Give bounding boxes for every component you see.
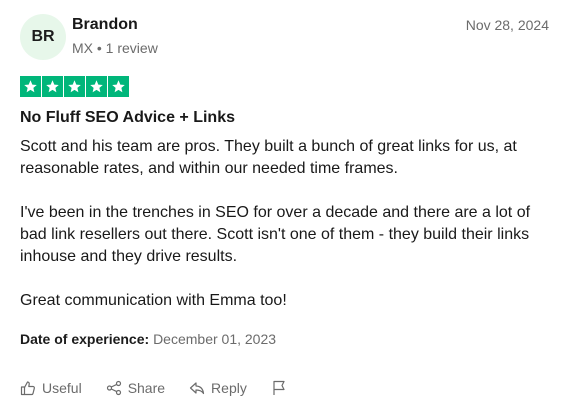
useful-button[interactable]: Useful bbox=[20, 380, 82, 396]
avatar: BR bbox=[20, 14, 66, 60]
review-actions: Useful Share Reply bbox=[20, 380, 311, 396]
thumbs-up-icon bbox=[20, 381, 35, 396]
share-button[interactable]: Share bbox=[106, 380, 165, 396]
experience-date: December 01, 2023 bbox=[153, 331, 277, 347]
avatar-initials: BR bbox=[31, 28, 55, 45]
useful-label: Useful bbox=[42, 380, 82, 396]
star-icon bbox=[64, 76, 85, 97]
review-body: Scott and his team are pros. They built … bbox=[20, 136, 550, 334]
review-paragraph: Scott and his team are pros. They built … bbox=[20, 138, 517, 177]
report-button[interactable] bbox=[271, 380, 287, 396]
reviewer-name[interactable]: Brandon bbox=[72, 16, 138, 34]
star-icon bbox=[20, 76, 41, 97]
experience-label: Date of experience: bbox=[20, 331, 150, 347]
reply-button[interactable]: Reply bbox=[189, 380, 247, 396]
review-title: No Fluff SEO Advice + Links bbox=[20, 109, 235, 126]
review-paragraph: I've been in the trenches in SEO for ove… bbox=[20, 204, 531, 265]
flag-icon bbox=[273, 380, 285, 395]
reviewer-meta: MX • 1 review bbox=[72, 40, 158, 56]
share-label: Share bbox=[127, 380, 166, 396]
star-icon bbox=[108, 76, 129, 97]
review-date: Nov 28, 2024 bbox=[465, 17, 549, 33]
star-rating bbox=[20, 76, 129, 97]
review-paragraph: Great communication with Emma too! bbox=[20, 292, 287, 309]
star-icon bbox=[86, 76, 107, 97]
date-of-experience: Date of experience: December 01, 2023 bbox=[20, 331, 276, 347]
reply-icon bbox=[189, 382, 205, 395]
reply-label: Reply bbox=[211, 380, 247, 396]
star-icon bbox=[42, 76, 63, 97]
share-icon bbox=[106, 380, 121, 396]
